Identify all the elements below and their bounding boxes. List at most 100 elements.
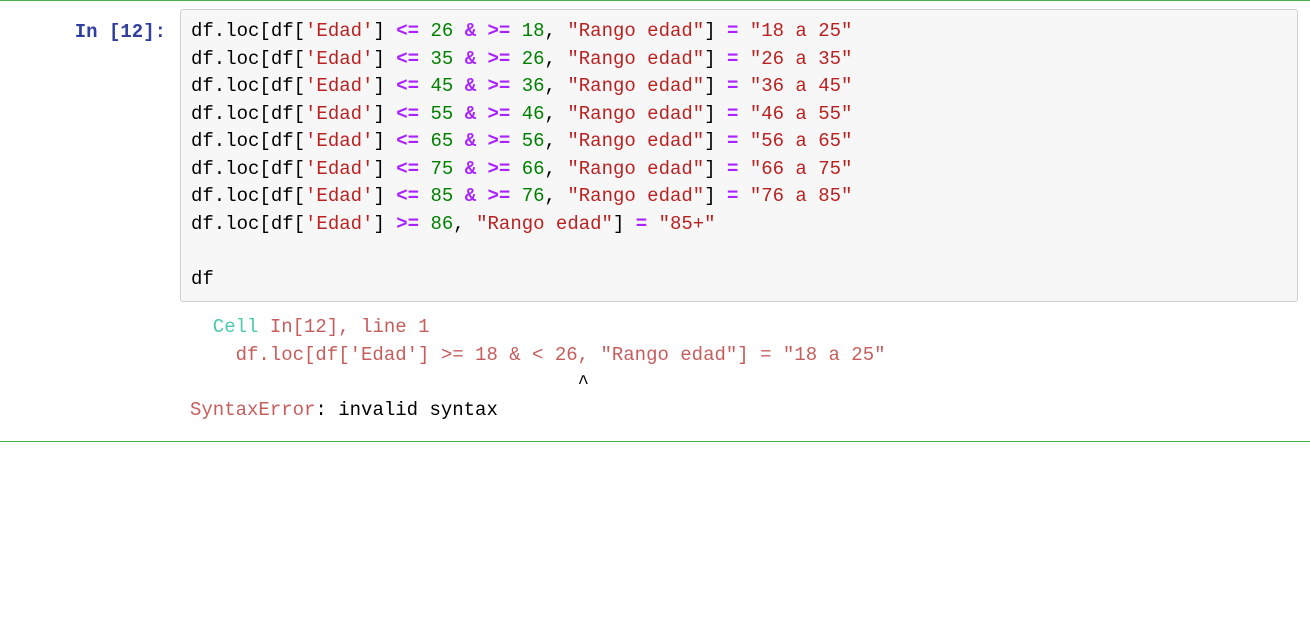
code-token: >= [488,158,511,180]
code-input[interactable]: df.loc[df['Edad'] <= 26 & >= 18, "Rango … [180,9,1298,302]
code-token: 86 [430,213,453,235]
code-token: 56 [522,130,545,152]
output-caret: ^ [190,372,589,394]
code-column: df.loc[df['Edad'] <= 26 & >= 18, "Rango … [180,9,1310,433]
code-token: ] [373,48,396,70]
code-token: 'Edad' [305,20,373,42]
code-token: "36 a 45" [750,75,853,97]
code-token [419,20,430,42]
code-token: <= [396,103,419,125]
code-token: & [465,48,476,70]
code-token: = [727,20,738,42]
code-token: ] [704,130,727,152]
code-token [738,20,749,42]
code-token: df.loc[df[ [191,20,305,42]
code-token [476,185,487,207]
code-token: = [727,185,738,207]
code-token: df.loc[df[ [191,75,305,97]
code-token: >= [488,130,511,152]
code-token: <= [396,20,419,42]
code-token: 'Edad' [305,75,373,97]
code-token [419,75,430,97]
code-token: , [545,130,568,152]
code-token: <= [396,158,419,180]
code-token: 55 [430,103,453,125]
code-token: "85+" [659,213,716,235]
code-token: "Rango edad" [567,158,704,180]
code-token: ] [373,158,396,180]
code-token [647,213,658,235]
code-token: = [727,48,738,70]
code-token [738,103,749,125]
code-token: <= [396,75,419,97]
code-token [419,185,430,207]
code-token [738,185,749,207]
code-token [510,75,521,97]
code-token: & [465,158,476,180]
code-token: = [727,130,738,152]
code-token [476,75,487,97]
code-token: , [545,158,568,180]
prompt-column: In [12]: [0,9,180,433]
notebook-cell: In [12]: df.loc[df['Edad'] <= 26 & >= 18… [0,0,1310,442]
code-token: <= [396,48,419,70]
code-token: df.loc[df[ [191,158,305,180]
code-token: df.loc[df[ [191,103,305,125]
output-token: Cell [190,316,270,338]
code-token: >= [396,213,419,235]
code-token: , [453,213,476,235]
code-token: >= [488,20,511,42]
code-token: "26 a 35" [750,48,853,70]
output-token: , line 1 [338,316,429,338]
code-token: 18 [522,20,545,42]
code-token: ] [373,103,396,125]
code-token: "Rango edad" [567,103,704,125]
code-token: ] [373,185,396,207]
code-token: "76 a 85" [750,185,853,207]
code-token [510,130,521,152]
code-token: df [191,268,214,290]
code-token: >= [488,75,511,97]
code-token: >= [488,48,511,70]
code-token: = [636,213,647,235]
code-token: & [465,185,476,207]
code-token: & [465,103,476,125]
code-token [476,20,487,42]
code-token: 'Edad' [305,48,373,70]
code-token [419,213,430,235]
code-token: & [465,130,476,152]
code-token: 46 [522,103,545,125]
code-token: 85 [430,185,453,207]
code-token: , [545,75,568,97]
code-token: ] [704,75,727,97]
code-token: 'Edad' [305,185,373,207]
code-output: Cell In[12], line 1 df.loc[df['Edad'] >=… [180,302,1298,432]
code-token: ] [704,158,727,180]
code-token: "66 a 75" [750,158,853,180]
code-token: 66 [522,158,545,180]
code-token [453,103,464,125]
code-token: ] [373,130,396,152]
code-token: , [545,103,568,125]
code-token [510,48,521,70]
output-colon: : [315,399,338,421]
code-token: 76 [522,185,545,207]
code-token: df.loc[df[ [191,185,305,207]
code-token: 26 [522,48,545,70]
code-token: & [465,20,476,42]
code-token: ] [373,20,396,42]
code-token [738,48,749,70]
code-token: 26 [430,20,453,42]
code-token: ] [373,213,396,235]
code-token: , [545,185,568,207]
code-token: 'Edad' [305,130,373,152]
code-token: ] [704,185,727,207]
code-token: 'Edad' [305,158,373,180]
code-token: 45 [430,75,453,97]
code-token: , [545,48,568,70]
code-token [419,130,430,152]
code-token: & [465,75,476,97]
code-token: df.loc[df[ [191,48,305,70]
code-token [453,158,464,180]
output-error-msg: invalid syntax [338,399,498,421]
